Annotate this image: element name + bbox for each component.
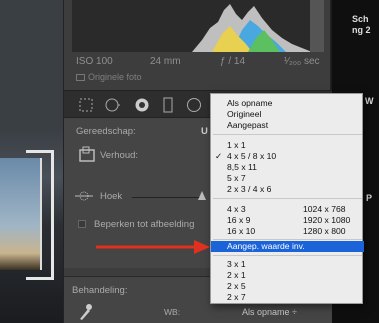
- angle-slider-track[interactable]: [132, 197, 202, 198]
- focal-length: 24 mm: [150, 56, 181, 67]
- menu-item-enter-custom[interactable]: Aangep. waarde inv.: [211, 241, 364, 252]
- original-photo-label: Originele foto: [88, 72, 142, 82]
- menu-item-custom[interactable]: Aangepast: [211, 120, 364, 131]
- constrain-label: Beperken tot afbeelding: [94, 219, 195, 230]
- histogram: [72, 0, 324, 52]
- menu-separator: [213, 198, 362, 199]
- angle-tool-icon[interactable]: [74, 190, 94, 202]
- menu-item-resolution: 1280 x 800: [303, 226, 346, 236]
- angle-slider-thumb[interactable]: [198, 191, 206, 200]
- graduated-filter-icon[interactable]: [160, 97, 176, 113]
- crop-tool-icon[interactable]: [78, 97, 94, 113]
- radial-filter-icon[interactable]: [186, 97, 202, 113]
- spot-removal-icon[interactable]: [104, 97, 120, 113]
- red-eye-icon[interactable]: [134, 97, 150, 113]
- checkmark-icon: ✓: [215, 151, 223, 161]
- right-text-4: P: [366, 193, 373, 203]
- wb-label: WB:: [164, 307, 181, 317]
- treatment-title: Behandeling:: [72, 285, 128, 296]
- menu-item-as-shot[interactable]: Als opname: [211, 98, 364, 109]
- menu-item-1x1[interactable]: 1 x 1: [211, 140, 364, 151]
- menu-item-8-5x11[interactable]: 8,5 x 11: [211, 162, 364, 173]
- menu-item-16x10[interactable]: 16 x 10 1280 x 800: [211, 226, 364, 237]
- menu-separator: [213, 239, 362, 240]
- red-arrow-annotation: [96, 240, 210, 254]
- menu-item-resolution: 1920 x 1080: [303, 215, 351, 225]
- menu-item-label: 2 x 3 / 4 x 6: [227, 184, 272, 194]
- menu-item-resolution: 1024 x 768: [303, 204, 346, 214]
- menu-item-label: 1 x 1: [227, 140, 246, 150]
- aspect-lock-icon[interactable]: [78, 146, 96, 164]
- aspect-label: Verhoud:: [100, 150, 139, 161]
- aspect-ratio-menu: Als opname Origineel Aangepast 1 x 1 ✓ 4 …: [210, 93, 364, 304]
- menu-item-label: 4 x 3: [227, 204, 246, 214]
- menu-item-2x5[interactable]: 2 x 5: [211, 281, 364, 292]
- menu-item-label: 8,5 x 11: [227, 162, 257, 172]
- menu-item-label: 4 x 5 / 8 x 10: [227, 151, 277, 161]
- original-photo-toggle[interactable]: Originele foto: [76, 72, 142, 82]
- tools-suffix: U: [201, 126, 208, 137]
- menu-item-2x7[interactable]: 2 x 7: [211, 292, 364, 303]
- menu-item-original[interactable]: Origineel: [211, 109, 364, 120]
- right-text-3: W: [365, 96, 374, 106]
- aperture: ƒ / 14: [220, 56, 246, 67]
- menu-item-label: 16 x 10: [227, 226, 256, 236]
- angle-label: Hoek: [100, 191, 123, 202]
- eyedropper-icon[interactable]: [78, 303, 92, 321]
- constrain-checkbox[interactable]: [78, 220, 86, 228]
- checkbox-icon: [76, 74, 85, 81]
- menu-item-2x3[interactable]: 2 x 3 / 4 x 6: [211, 184, 364, 195]
- menu-item-3x1[interactable]: 3 x 1: [211, 259, 364, 270]
- menu-item-16x9[interactable]: 16 x 9 1920 x 1080: [211, 215, 364, 226]
- right-text-2: ng 2: [352, 25, 371, 35]
- menu-item-2x1[interactable]: 2 x 1: [211, 270, 364, 281]
- tools-title: Gereedschap:: [76, 126, 136, 137]
- menu-item-4x5[interactable]: ✓ 4 x 5 / 8 x 10: [211, 151, 364, 162]
- photo-preview-left: [0, 0, 63, 323]
- exif-info: ISO 100 24 mm ƒ / 14 ¹⁄₂₀₀ sec: [76, 56, 326, 70]
- iso-value: ISO 100: [76, 56, 113, 67]
- right-text-1: Sch: [352, 14, 369, 24]
- menu-item-label: 5 x 7: [227, 173, 246, 183]
- menu-item-5x7[interactable]: 5 x 7: [211, 173, 364, 184]
- menu-separator: [213, 134, 362, 135]
- menu-item-label: 16 x 9: [227, 215, 251, 225]
- shutter-speed: ¹⁄₂₀₀ sec: [284, 56, 320, 67]
- menu-item-4x3[interactable]: 4 x 3 1024 x 768: [211, 204, 364, 215]
- crop-frame: [26, 150, 54, 280]
- menu-separator: [213, 255, 362, 256]
- wb-select[interactable]: Als opname ÷: [242, 307, 297, 317]
